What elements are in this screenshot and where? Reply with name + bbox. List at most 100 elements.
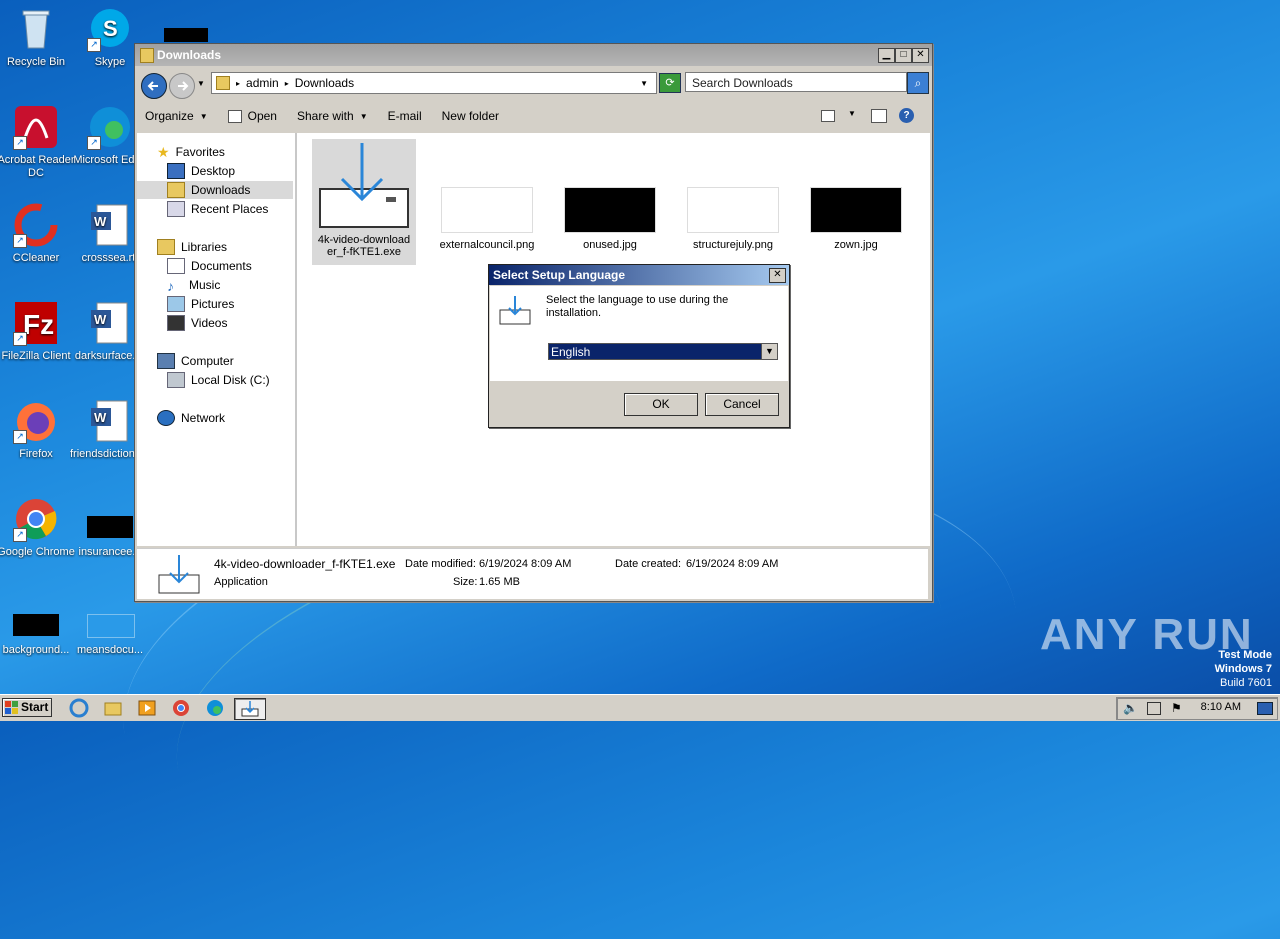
- installer-download-icon: [319, 143, 409, 228]
- command-bar: Organize ▼ Open Share with ▼ E-mail New fo…: [135, 101, 930, 131]
- file-item[interactable]: structurejuly.png: [681, 187, 785, 251]
- date-modified-label: Date modified:: [405, 558, 476, 570]
- back-arrow-icon: [147, 81, 158, 91]
- file-item-selected[interactable]: 4k-video-download er_f-fKTE1.exe: [312, 139, 416, 265]
- share-with-button[interactable]: Share with ▼: [287, 104, 378, 128]
- network-icon: [157, 410, 175, 426]
- desktop-icon-meansdocu[interactable]: meansdocu...: [70, 594, 150, 657]
- file-name: er_f-fKTE1.exe: [327, 246, 401, 258]
- shortcut-arrow-icon: ↗: [87, 136, 101, 150]
- details-pane: 4k-video-downloader_f-fKTE1.exe Applicat…: [137, 548, 928, 599]
- system-tray: 🔈 ⚑ 8:10 AM: [1116, 697, 1278, 720]
- show-desktop-icon[interactable]: [1257, 702, 1273, 715]
- language-select-value: English: [551, 345, 591, 359]
- file-item[interactable]: zown.jpg: [804, 187, 908, 251]
- nav-videos[interactable]: Videos: [167, 314, 227, 332]
- breadcrumb-chevron-icon[interactable]: ▸: [236, 79, 240, 88]
- close-button[interactable]: ✕: [912, 48, 929, 63]
- start-button[interactable]: Start: [2, 698, 52, 717]
- clock[interactable]: 8:10 AM: [1201, 701, 1241, 713]
- forward-button[interactable]: [169, 73, 195, 99]
- desktop-icon-recycle-bin[interactable]: Recycle Bin: [0, 6, 76, 69]
- explorer-icon[interactable]: [102, 698, 124, 718]
- open-button[interactable]: Open: [218, 104, 287, 128]
- network-status-icon[interactable]: [1147, 702, 1161, 715]
- image-thumbnail: [441, 187, 533, 233]
- select-language-dialog[interactable]: Select Setup Language ✕ Select the langu…: [488, 264, 790, 428]
- watermark-line: Build 7601: [1220, 677, 1272, 689]
- nav-libraries[interactable]: Libraries: [157, 238, 227, 256]
- desktop-icon-label: FileZilla Client: [1, 350, 71, 362]
- desktop-icon: [167, 163, 185, 179]
- organize-button[interactable]: Organize ▼: [135, 104, 218, 128]
- date-created-value: 6/19/2024 8:09 AM: [686, 558, 779, 570]
- dialog-close-button[interactable]: ✕: [769, 268, 786, 283]
- desktop-icon-acrobat[interactable]: ↗ Acrobat Reader DC: [0, 104, 76, 180]
- nav-label: Videos: [191, 316, 228, 330]
- volume-icon[interactable]: 🔈: [1123, 701, 1138, 715]
- nav-documents[interactable]: Documents: [167, 257, 252, 275]
- action-center-flag-icon[interactable]: ⚑: [1171, 701, 1182, 715]
- view-options-chevron-icon[interactable]: ▼: [848, 109, 856, 118]
- nav-favorites[interactable]: ★ Favorites: [157, 143, 225, 161]
- change-view-icon[interactable]: [821, 110, 835, 122]
- desktop-icon-ccleaner[interactable]: ↗ CCleaner: [0, 202, 76, 265]
- edge-icon[interactable]: [204, 698, 226, 718]
- shortcut-arrow-icon: ↗: [87, 38, 101, 52]
- nav-label: Pictures: [191, 297, 235, 311]
- preview-pane-icon[interactable]: [871, 109, 887, 123]
- address-dropdown-icon[interactable]: ▼: [640, 79, 648, 88]
- cancel-button[interactable]: Cancel: [705, 393, 779, 416]
- breadcrumb-admin[interactable]: admin: [246, 76, 279, 90]
- desktop-icon-firefox[interactable]: ↗ Firefox: [0, 398, 76, 461]
- file-item[interactable]: externalcouncil.png: [435, 187, 539, 251]
- email-label: E-mail: [387, 109, 422, 123]
- desktop-icon-filezilla[interactable]: Fz ↗ FileZilla Client: [0, 300, 76, 363]
- breadcrumb-chevron-icon[interactable]: ▸: [285, 79, 289, 88]
- size-value: 1.65 MB: [479, 576, 520, 588]
- svg-text:W: W: [94, 410, 107, 425]
- nav-label: Libraries: [181, 240, 228, 254]
- breadcrumb-downloads[interactable]: Downloads: [295, 76, 354, 90]
- nav-local-disk[interactable]: Local Disk (C:): [167, 371, 270, 389]
- nav-pictures[interactable]: Pictures: [167, 295, 234, 313]
- desktop-icon-background[interactable]: background...: [0, 594, 76, 657]
- file-name: externalcouncil.png: [439, 239, 535, 251]
- search-icon[interactable]: ⌕: [907, 72, 929, 94]
- minimize-button[interactable]: ▁: [878, 48, 895, 63]
- language-select[interactable]: English ▼: [548, 343, 778, 360]
- ie-icon[interactable]: [68, 698, 90, 718]
- chrome-icon[interactable]: [170, 698, 192, 718]
- test-mode-watermark: Test Mode Windows 7 Build 7601: [1215, 648, 1272, 690]
- drive-icon: [167, 372, 185, 388]
- refresh-button[interactable]: ⟳: [659, 73, 681, 93]
- maximize-button[interactable]: □: [895, 48, 912, 63]
- nav-computer[interactable]: Computer: [157, 352, 234, 370]
- back-button[interactable]: [141, 73, 167, 99]
- file-item[interactable]: onused.jpg: [558, 187, 662, 251]
- nav-downloads[interactable]: Downloads: [137, 181, 293, 199]
- installer-taskbar-button[interactable]: [234, 698, 266, 720]
- desktop-icon-label: CCleaner: [12, 252, 60, 264]
- address-bar[interactable]: ▸ admin ▸ Downloads ▼: [211, 72, 657, 94]
- recent-places-icon: [167, 201, 185, 217]
- search-input[interactable]: Search Downloads: [685, 72, 907, 92]
- chevron-down-icon: ▼: [199, 111, 208, 121]
- new-folder-button[interactable]: New folder: [432, 104, 509, 128]
- recycle-bin-icon: [13, 6, 59, 52]
- nav-music[interactable]: ♪ Music: [167, 276, 220, 294]
- help-icon[interactable]: ?: [899, 108, 914, 123]
- email-button[interactable]: E-mail: [378, 104, 432, 128]
- explorer-titlebar[interactable]: Downloads ▁ □ ✕: [135, 44, 932, 66]
- ok-button[interactable]: OK: [624, 393, 698, 416]
- chevron-down-icon[interactable]: ▼: [761, 344, 777, 359]
- nav-desktop[interactable]: Desktop: [167, 162, 235, 180]
- nav-network[interactable]: Network: [157, 409, 225, 427]
- nav-label: Documents: [191, 259, 252, 273]
- desktop-icon-chrome[interactable]: ↗ Google Chrome: [0, 496, 76, 559]
- recent-pages-chevron-icon[interactable]: ▼: [197, 79, 205, 88]
- nav-recent-places[interactable]: Recent Places: [167, 200, 268, 218]
- folder-icon: [140, 48, 154, 63]
- dialog-body: Select the language to use during the in…: [490, 286, 788, 381]
- media-player-icon[interactable]: [136, 698, 158, 718]
